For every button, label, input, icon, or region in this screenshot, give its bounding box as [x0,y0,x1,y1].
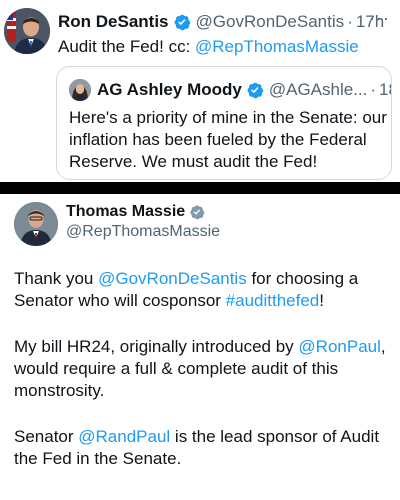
mention-link[interactable]: @RonPaul [298,337,380,356]
quoted-tweet-timestamp[interactable]: 18h [379,80,391,100]
author-name[interactable]: Ron DeSantis [58,12,169,32]
author-handle[interactable]: @GovRonDeSantis [196,12,345,32]
verified-badge-icon [173,13,191,31]
desantis-tweet[interactable]: Ron DeSantis @GovRonDeSantis · 17h ··· A… [0,0,400,182]
tweet-text: Audit the Fed! cc: [58,37,196,56]
screenshot-divider [0,182,400,194]
massie-tweet[interactable]: Thomas Massie @RepThomasMassie Thank you… [0,194,400,500]
author-handle[interactable]: @RepThomasMassie [66,223,220,241]
quoted-author-name[interactable]: AG Ashley Moody [97,80,242,100]
quoted-tweet-card[interactable]: AG Ashley Moody @AGAshle... · 18h Here's… [56,66,392,180]
desantis-avatar[interactable] [4,8,50,54]
more-options-icon[interactable]: ··· [369,8,390,29]
header-separator: · [347,12,353,31]
text-segment: ! [319,291,324,310]
quoted-header-separator: · [370,80,377,99]
quoted-tweet-text: Here's a priority of mine in the Senate:… [69,108,387,171]
quoted-tweet-header: AG Ashley Moody @AGAshle... · 18h [97,79,391,101]
massie-avatar[interactable] [14,202,58,246]
verified-badge-icon [189,204,205,220]
moody-avatar[interactable] [69,79,91,101]
hashtag-link[interactable]: #auditthefed [226,291,320,310]
quoted-author-handle[interactable]: @AGAshle... [269,80,368,100]
author-name[interactable]: Thomas Massie [66,203,185,221]
massie-name-row: Thomas Massie [66,202,205,222]
desantis-tweet-header: Ron DeSantis @GovRonDeSantis · 17h [58,11,384,33]
text-segment: My bill HR24, originally introduced by [14,337,299,356]
verified-badge-icon [246,81,264,99]
mention-link[interactable]: @RepThomasMassie [195,37,359,56]
mention-link[interactable]: @GovRonDeSantis [98,269,247,288]
text-segment: Thank you [14,269,99,288]
text-segment: Senator [14,427,79,446]
desantis-tweet-text: Audit the Fed! cc: @RepThomasMassie [58,36,359,58]
tweet-paragraph-1: Thank you @GovRonDeSantis for choosing a… [14,268,394,312]
tweet-paragraph-2: My bill HR24, originally introduced by @… [14,336,394,402]
mention-link[interactable]: @RandPaul [78,427,170,446]
tweet-paragraph-3: Senator @RandPaul is the lead sponsor of… [14,426,394,470]
